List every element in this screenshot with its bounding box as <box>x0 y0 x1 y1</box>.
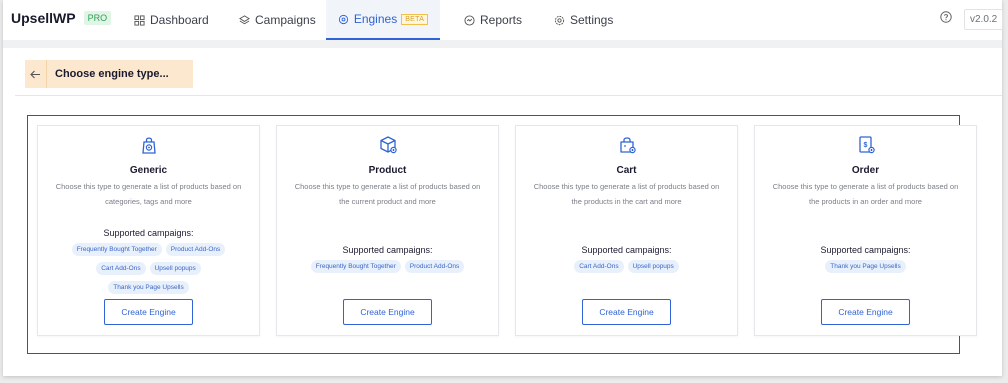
campaign-tag: Cart Add-Ons <box>574 260 624 273</box>
layers-icon <box>239 14 250 24</box>
campaign-tag: Upsell popups <box>149 262 201 275</box>
engine-icon <box>338 14 348 24</box>
engine-card-generic: Generic Choose this type to generate a l… <box>37 125 260 336</box>
supported-campaigns-label: Supported campaigns: <box>103 228 194 238</box>
app-window: UpsellWP PRO Dashboard Campaigns Engines… <box>3 0 1004 376</box>
cart-bag-icon <box>619 137 636 154</box>
choose-engine-header: Choose engine type... <box>25 60 193 88</box>
help-icon[interactable] <box>940 11 952 23</box>
supported-campaigns-label: Supported campaigns: <box>581 245 672 255</box>
page-header: Choose engine type... <box>15 56 1002 96</box>
engine-card-cart: Cart Choose this type to generate a list… <box>515 125 738 336</box>
nav-reports[interactable]: Reports <box>464 0 522 40</box>
pro-badge: PRO <box>83 11 112 25</box>
campaign-tag: Product Add-Ons <box>404 260 465 273</box>
campaign-tag: Thank you Page Upsells <box>108 281 189 294</box>
nav-label: Settings <box>570 13 614 27</box>
campaign-tag: Thank you Page Upsells <box>825 260 906 273</box>
create-engine-button[interactable]: Create Engine <box>821 299 910 325</box>
card-description: Choose this type to generate a list of p… <box>533 182 720 206</box>
nav-divider <box>3 40 1002 48</box>
campaign-tag: Upsell popups <box>627 260 679 273</box>
nav-campaigns[interactable]: Campaigns <box>239 0 316 40</box>
box-icon <box>379 136 397 154</box>
card-title: Product <box>368 165 407 176</box>
campaign-tags: Frequently Bought Together Product Add-O… <box>38 243 259 294</box>
campaign-tags: Thank you Page Upsells <box>755 260 976 273</box>
nav-settings[interactable]: Settings <box>554 0 613 40</box>
card-description: Choose this type to generate a list of p… <box>55 182 242 206</box>
page-title: Choose engine type... <box>55 68 169 80</box>
nav-label: Engines <box>353 12 398 26</box>
reports-icon <box>464 14 475 26</box>
card-title: Generic <box>129 165 168 176</box>
nav-label: Dashboard <box>150 13 209 27</box>
beta-badge: BETA <box>401 13 429 25</box>
campaign-tags: Cart Add-Ons Upsell popups <box>516 260 737 273</box>
arrow-left-icon <box>30 70 40 78</box>
dashboard-icon <box>134 14 145 26</box>
nav-label: Reports <box>480 13 523 27</box>
campaign-tag: Product Add-Ons <box>165 243 226 256</box>
create-engine-button[interactable]: Create Engine <box>104 299 193 325</box>
bag-target-icon <box>141 137 156 154</box>
receipt-icon: $ <box>858 136 875 154</box>
campaign-tag: Frequently Bought Together <box>310 260 401 273</box>
create-engine-button[interactable]: Create Engine <box>582 299 671 325</box>
svg-text:$: $ <box>863 142 867 149</box>
engine-card-product: Product Choose this type to generate a l… <box>276 125 499 336</box>
nav-label: Campaigns <box>255 13 316 27</box>
card-description: Choose this type to generate a list of p… <box>294 182 481 206</box>
create-engine-button[interactable]: Create Engine <box>343 299 432 325</box>
card-description: Choose this type to generate a list of p… <box>772 182 959 206</box>
nav-dashboard[interactable]: Dashboard <box>134 0 209 40</box>
nav-engines[interactable]: Engines BETA <box>326 0 440 40</box>
card-title: Order <box>851 165 880 176</box>
campaign-tags: Frequently Bought Together Product Add-O… <box>277 260 498 273</box>
top-navigation: UpsellWP PRO Dashboard Campaigns Engines… <box>3 0 1004 40</box>
supported-campaigns-label: Supported campaigns: <box>342 245 433 255</box>
gear-icon <box>554 15 565 25</box>
supported-campaigns-label: Supported campaigns: <box>820 245 911 255</box>
version-label: v2.0.2 <box>964 9 1004 30</box>
brand-name: UpsellWP <box>11 10 76 26</box>
card-title: Cart <box>616 165 637 176</box>
brand: UpsellWP PRO <box>11 10 112 26</box>
campaign-tag: Frequently Bought Together <box>71 243 162 256</box>
back-button[interactable] <box>25 60 47 88</box>
engine-types-area: Generic Choose this type to generate a l… <box>27 115 977 354</box>
engine-card-order: $ Order Choose this type to generate a l… <box>754 125 977 336</box>
campaign-tag: Cart Add-Ons <box>96 262 146 275</box>
